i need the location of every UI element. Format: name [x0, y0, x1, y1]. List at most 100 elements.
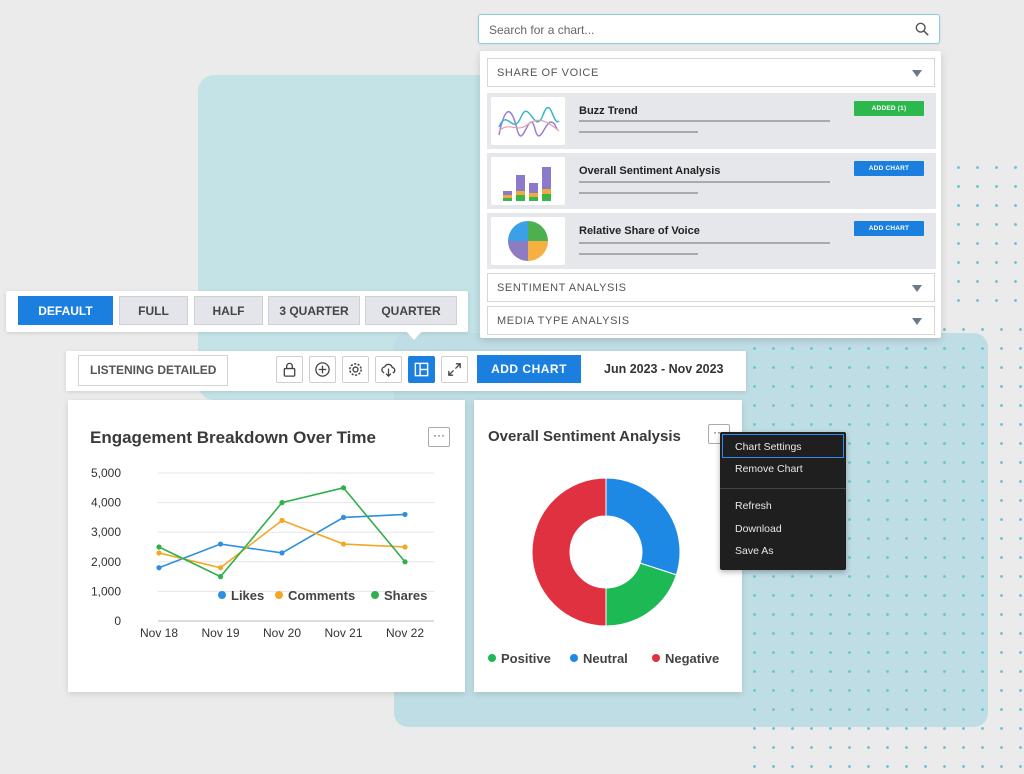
- data-point: [402, 511, 408, 518]
- x-tick-label: Nov 19: [201, 626, 239, 640]
- add-chart-button[interactable]: ADD CHART: [477, 355, 581, 383]
- chevron-down-icon: [912, 70, 922, 77]
- stacked-bar-icon: [491, 157, 565, 205]
- section-title: SHARE OF VOICE: [497, 67, 599, 79]
- size-full-button[interactable]: FULL: [119, 296, 188, 325]
- donut-slice-negative: [531, 477, 607, 627]
- chart-item-relative-share: Relative Share of Voice ADD CHART: [487, 213, 936, 269]
- legend-label: Shares: [384, 588, 427, 603]
- x-tick-label: Nov 20: [263, 626, 301, 640]
- gear-icon[interactable]: [342, 356, 369, 383]
- menu-item-chart-settings[interactable]: Chart Settings: [735, 441, 802, 453]
- legend-label: Comments: [288, 588, 355, 603]
- chart-library-panel: SHARE OF VOICE Buzz Trend ADDED (1) Over…: [480, 51, 941, 338]
- legend-marker: [218, 591, 226, 599]
- data-point: [156, 550, 162, 556]
- expand-icon[interactable]: [441, 356, 468, 383]
- placeholder-line: [579, 242, 830, 244]
- size-half-button[interactable]: HALF: [194, 296, 263, 325]
- legend-marker: [275, 591, 283, 599]
- legend-marker: [570, 654, 578, 662]
- popover-pointer: [405, 330, 423, 340]
- date-range[interactable]: Jun 2023 - Nov 2023: [604, 362, 724, 376]
- donut-slice-positive: [605, 562, 678, 627]
- search-input[interactable]: [489, 21, 889, 39]
- add-chart-button[interactable]: ADD CHART: [854, 221, 924, 236]
- donut-chart: Positive Neutral Negative: [488, 477, 719, 666]
- section-title: SENTIMENT ANALYSIS: [497, 282, 627, 294]
- y-tick-label: 0: [114, 614, 121, 628]
- x-tick-label: Nov 22: [386, 626, 424, 640]
- data-point: [156, 544, 162, 550]
- section-title: MEDIA TYPE ANALYSIS: [497, 315, 630, 327]
- legend-label: Neutral: [583, 651, 628, 666]
- legend-marker: [371, 591, 379, 599]
- legend-marker: [488, 654, 496, 662]
- placeholder-line: [579, 181, 830, 183]
- data-point: [402, 559, 408, 565]
- dashboard-toolbar: LISTENING DETAILED ADD CHART Jun 2023 - …: [66, 351, 746, 391]
- data-point: [279, 517, 285, 523]
- chart-item-overall-sentiment: Overall Sentiment Analysis ADD CHART: [487, 153, 936, 209]
- search-icon[interactable]: [915, 22, 929, 36]
- dashboard-name[interactable]: LISTENING DETAILED: [78, 355, 228, 386]
- series-line-comments: [158, 519, 406, 569]
- line-wave-icon: [491, 97, 565, 145]
- menu-divider: [720, 488, 846, 489]
- chart-item-buzz-trend: Buzz Trend ADDED (1): [487, 93, 936, 149]
- data-point: [156, 565, 162, 571]
- legend-marker: [652, 654, 660, 662]
- legend-label: Likes: [231, 588, 264, 603]
- chart-item-title: Relative Share of Voice: [579, 225, 700, 237]
- size-default-button[interactable]: DEFAULT: [18, 296, 113, 325]
- engagement-chart-card: Engagement Breakdown Over Time ··· 0 1,00…: [68, 400, 465, 692]
- chart-item-title: Buzz Trend: [579, 105, 638, 117]
- x-tick-label: Nov 21: [324, 626, 362, 640]
- y-tick-label: 3,000: [91, 525, 121, 539]
- data-point: [340, 541, 347, 547]
- section-sentiment-analysis[interactable]: SENTIMENT ANALYSIS: [487, 273, 935, 302]
- y-tick-label: 2,000: [91, 555, 121, 569]
- plus-circle-icon[interactable]: [309, 356, 336, 383]
- line-chart: 0 1,000 2,000 3,000 4,000 5,000 Nov 18 Nov 19 No…: [91, 466, 434, 640]
- data-point: [340, 485, 347, 491]
- data-point: [217, 541, 224, 547]
- menu-item-download[interactable]: Download: [735, 523, 782, 535]
- chart-item-title: Overall Sentiment Analysis: [579, 165, 721, 177]
- menu-item-save-as[interactable]: Save As: [735, 545, 774, 557]
- lock-icon[interactable]: [276, 356, 303, 383]
- y-tick-label: 5,000: [91, 466, 121, 480]
- data-point: [402, 544, 408, 550]
- pie-icon: [491, 217, 565, 265]
- add-chart-button[interactable]: ADD CHART: [854, 161, 924, 176]
- section-media-type-analysis[interactable]: MEDIA TYPE ANALYSIS: [487, 306, 935, 335]
- chart-search-box: [478, 14, 940, 44]
- data-point: [217, 574, 224, 580]
- chevron-down-icon: [912, 285, 922, 292]
- legend-label: Negative: [665, 651, 719, 666]
- data-point: [279, 550, 285, 556]
- section-share-of-voice[interactable]: SHARE OF VOICE: [487, 58, 935, 87]
- data-point: [340, 514, 347, 520]
- chevron-down-icon: [912, 318, 922, 325]
- y-tick-label: 1,000: [91, 584, 121, 598]
- placeholder-line: [579, 120, 830, 122]
- layout-icon[interactable]: [408, 356, 435, 383]
- placeholder-line: [579, 253, 698, 255]
- y-tick-label: 4,000: [91, 496, 121, 510]
- donut-slice-neutral: [605, 477, 681, 576]
- sentiment-chart-card: Overall Sentiment Analysis ··· Positive N…: [474, 400, 742, 692]
- size-3-quarter-button[interactable]: 3 QUARTER: [268, 296, 360, 325]
- cloud-download-icon[interactable]: [375, 356, 402, 383]
- added-button[interactable]: ADDED (1): [854, 101, 924, 116]
- size-quarter-button[interactable]: QUARTER: [365, 296, 457, 325]
- menu-item-remove-chart[interactable]: Remove Chart: [735, 463, 803, 475]
- menu-item-refresh[interactable]: Refresh: [735, 500, 772, 512]
- x-tick-label: Nov 18: [140, 626, 178, 640]
- size-options-popover: DEFAULT FULL HALF 3 QUARTER QUARTER: [6, 291, 468, 332]
- dot-pattern: [930, 158, 1024, 308]
- placeholder-line: [579, 131, 698, 133]
- legend-label: Positive: [501, 651, 551, 666]
- data-point: [217, 565, 224, 571]
- chart-context-menu: Chart Settings Remove Chart Refresh Down…: [720, 432, 846, 570]
